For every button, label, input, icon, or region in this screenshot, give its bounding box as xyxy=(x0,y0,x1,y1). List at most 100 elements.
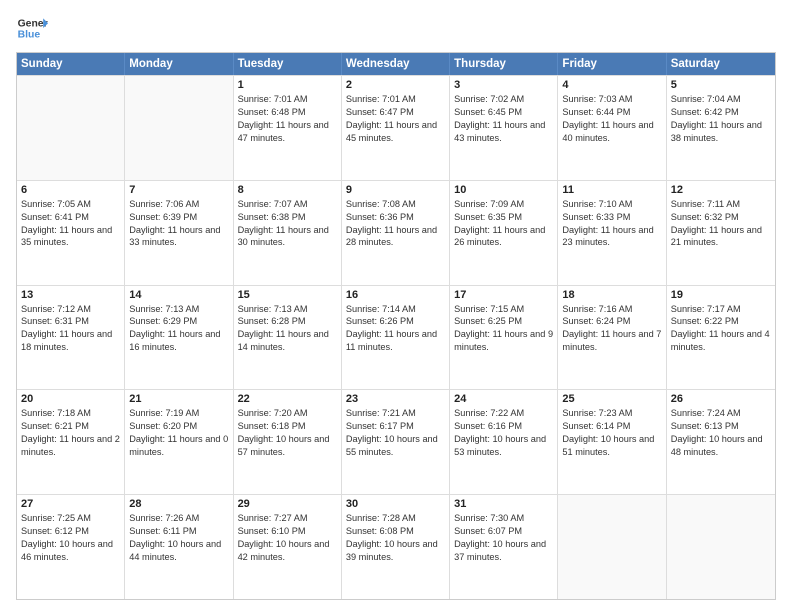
sunrise-text: Sunrise: 7:14 AM xyxy=(346,303,445,316)
daylight-text: Daylight: 11 hours and 4 minutes. xyxy=(671,328,771,354)
sunrise-text: Sunrise: 7:01 AM xyxy=(346,93,445,106)
sunrise-text: Sunrise: 7:22 AM xyxy=(454,407,553,420)
sunset-text: Sunset: 6:48 PM xyxy=(238,106,337,119)
sunrise-text: Sunrise: 7:15 AM xyxy=(454,303,553,316)
daylight-text: Daylight: 11 hours and 2 minutes. xyxy=(21,433,120,459)
sunset-text: Sunset: 6:16 PM xyxy=(454,420,553,433)
sunrise-text: Sunrise: 7:13 AM xyxy=(129,303,228,316)
daylight-text: Daylight: 11 hours and 7 minutes. xyxy=(562,328,661,354)
day-number: 7 xyxy=(129,184,228,196)
day-number: 3 xyxy=(454,79,553,91)
sunrise-text: Sunrise: 7:07 AM xyxy=(238,198,337,211)
calendar-cell: 13Sunrise: 7:12 AMSunset: 6:31 PMDayligh… xyxy=(17,286,125,390)
sunset-text: Sunset: 6:47 PM xyxy=(346,106,445,119)
sunset-text: Sunset: 6:35 PM xyxy=(454,211,553,224)
daylight-text: Daylight: 11 hours and 9 minutes. xyxy=(454,328,553,354)
calendar-header-cell: Monday xyxy=(125,53,233,75)
daylight-text: Daylight: 10 hours and 53 minutes. xyxy=(454,433,553,459)
sunrise-text: Sunrise: 7:26 AM xyxy=(129,512,228,525)
day-number: 24 xyxy=(454,393,553,405)
sunrise-text: Sunrise: 7:03 AM xyxy=(562,93,661,106)
sunrise-text: Sunrise: 7:24 AM xyxy=(671,407,771,420)
daylight-text: Daylight: 11 hours and 21 minutes. xyxy=(671,224,771,250)
daylight-text: Daylight: 11 hours and 30 minutes. xyxy=(238,224,337,250)
svg-text:Blue: Blue xyxy=(18,30,41,41)
daylight-text: Daylight: 11 hours and 26 minutes. xyxy=(454,224,553,250)
calendar-cell: 16Sunrise: 7:14 AMSunset: 6:26 PMDayligh… xyxy=(342,286,450,390)
day-number: 17 xyxy=(454,289,553,301)
calendar-cell xyxy=(125,76,233,180)
sunrise-text: Sunrise: 7:02 AM xyxy=(454,93,553,106)
sunset-text: Sunset: 6:42 PM xyxy=(671,106,771,119)
day-number: 16 xyxy=(346,289,445,301)
daylight-text: Daylight: 11 hours and 43 minutes. xyxy=(454,119,553,145)
calendar-header-cell: Tuesday xyxy=(234,53,342,75)
calendar-cell: 17 Sunrise: 7:15 AMSunset: 6:25 PMDayligh… xyxy=(450,286,558,390)
calendar-cell: 29Sunrise: 7:27 AMSunset: 6:10 PMDayligh… xyxy=(234,495,342,599)
sunset-text: Sunset: 6:38 PM xyxy=(238,211,337,224)
daylight-text: Daylight: 11 hours and 35 minutes. xyxy=(21,224,120,250)
day-number: 2 xyxy=(346,79,445,91)
day-number: 21 xyxy=(129,393,228,405)
daylight-text: Daylight: 11 hours and 23 minutes. xyxy=(562,224,661,250)
sunset-text: Sunset: 6:18 PM xyxy=(238,420,337,433)
calendar-cell: 2Sunrise: 7:01 AMSunset: 6:47 PMDaylight… xyxy=(342,76,450,180)
header: General Blue xyxy=(16,12,776,44)
calendar-body: 1Sunrise: 7:01 AMSunset: 6:48 PMDaylight… xyxy=(17,75,775,599)
sunrise-text: Sunrise: 7:19 AM xyxy=(129,407,228,420)
calendar-cell: 8Sunrise: 7:07 AMSunset: 6:38 PMDaylight… xyxy=(234,181,342,285)
logo: General Blue xyxy=(16,12,48,44)
sunrise-text: Sunrise: 7:08 AM xyxy=(346,198,445,211)
sunrise-text: Sunrise: 7:23 AM xyxy=(562,407,661,420)
sunset-text: Sunset: 6:44 PM xyxy=(562,106,661,119)
sunrise-text: Sunrise: 7:17 AM xyxy=(671,303,771,316)
day-number: 18 xyxy=(562,289,661,301)
calendar-header-row: SundayMondayTuesdayWednesdayThursdayFrid… xyxy=(17,53,775,75)
daylight-text: Daylight: 11 hours and 16 minutes. xyxy=(129,328,228,354)
sunrise-text: Sunrise: 7:18 AM xyxy=(21,407,120,420)
day-number: 23 xyxy=(346,393,445,405)
sunset-text: Sunset: 6:21 PM xyxy=(21,420,120,433)
daylight-text: Daylight: 10 hours and 39 minutes. xyxy=(346,538,445,564)
sunset-text: Sunset: 6:45 PM xyxy=(454,106,553,119)
sunset-text: Sunset: 6:24 PM xyxy=(562,315,661,328)
daylight-text: Daylight: 11 hours and 11 minutes. xyxy=(346,328,445,354)
sunset-text: Sunset: 6:28 PM xyxy=(238,315,337,328)
sunrise-text: Sunrise: 7:05 AM xyxy=(21,198,120,211)
calendar-week-row: 13Sunrise: 7:12 AMSunset: 6:31 PMDayligh… xyxy=(17,285,775,390)
calendar-cell: 25Sunrise: 7:23 AMSunset: 6:14 PMDayligh… xyxy=(558,390,666,494)
day-number: 6 xyxy=(21,184,120,196)
day-number: 26 xyxy=(671,393,771,405)
calendar-cell xyxy=(667,495,775,599)
sunset-text: Sunset: 6:20 PM xyxy=(129,420,228,433)
daylight-text: Daylight: 11 hours and 0 minutes. xyxy=(129,433,228,459)
day-number: 30 xyxy=(346,498,445,510)
calendar-header-cell: Friday xyxy=(558,53,666,75)
calendar-cell: 30Sunrise: 7:28 AMSunset: 6:08 PMDayligh… xyxy=(342,495,450,599)
calendar-header-cell: Wednesday xyxy=(342,53,450,75)
calendar-cell: 23Sunrise: 7:21 AMSunset: 6:17 PMDayligh… xyxy=(342,390,450,494)
daylight-text: Daylight: 11 hours and 38 minutes. xyxy=(671,119,771,145)
day-number: 15 xyxy=(238,289,337,301)
calendar-cell: 14Sunrise: 7:13 AMSunset: 6:29 PMDayligh… xyxy=(125,286,233,390)
sunrise-text: Sunrise: 7:28 AM xyxy=(346,512,445,525)
calendar-cell xyxy=(558,495,666,599)
calendar-cell: 22Sunrise: 7:20 AMSunset: 6:18 PMDayligh… xyxy=(234,390,342,494)
sunset-text: Sunset: 6:25 PM xyxy=(454,315,553,328)
day-number: 22 xyxy=(238,393,337,405)
calendar-week-row: 20Sunrise: 7:18 AMSunset: 6:21 PMDayligh… xyxy=(17,389,775,494)
calendar-cell: 1Sunrise: 7:01 AMSunset: 6:48 PMDaylight… xyxy=(234,76,342,180)
calendar-cell: 18Sunrise: 7:16 AMSunset: 6:24 PMDayligh… xyxy=(558,286,666,390)
sunset-text: Sunset: 6:12 PM xyxy=(21,525,120,538)
daylight-text: Daylight: 11 hours and 28 minutes. xyxy=(346,224,445,250)
day-number: 25 xyxy=(562,393,661,405)
sunrise-text: Sunrise: 7:11 AM xyxy=(671,198,771,211)
sunrise-text: Sunrise: 7:13 AM xyxy=(238,303,337,316)
daylight-text: Daylight: 10 hours and 46 minutes. xyxy=(21,538,120,564)
calendar-cell: 31Sunrise: 7:30 AMSunset: 6:07 PMDayligh… xyxy=(450,495,558,599)
sunrise-text: Sunrise: 7:06 AM xyxy=(129,198,228,211)
calendar-cell: 3 Sunrise: 7:02 AMSunset: 6:45 PMDaylight… xyxy=(450,76,558,180)
calendar-cell: 19Sunrise: 7:17 AMSunset: 6:22 PMDayligh… xyxy=(667,286,775,390)
daylight-text: Daylight: 10 hours and 44 minutes. xyxy=(129,538,228,564)
sunset-text: Sunset: 6:41 PM xyxy=(21,211,120,224)
